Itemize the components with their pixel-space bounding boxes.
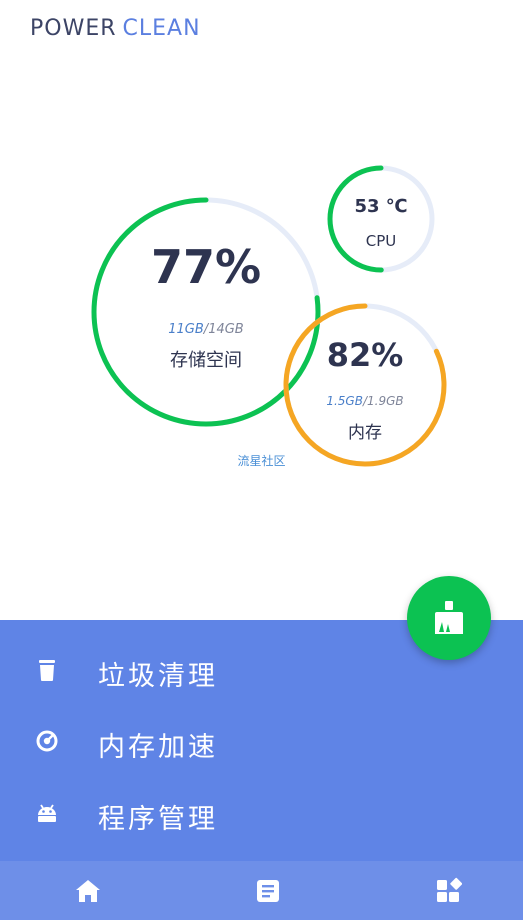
memory-used: 1.5GB [326, 394, 363, 408]
storage-used: 11GB [168, 322, 204, 337]
bottom-nav [0, 861, 523, 920]
cpu-gauge[interactable]: 53 ℃ CPU [324, 162, 438, 276]
app-title-power: POWER [30, 16, 117, 41]
cpu-temperature: 53 ℃ [354, 196, 408, 217]
memory-gauge-ring [283, 303, 447, 467]
storage-percent: 77% [150, 240, 262, 294]
memory-total: 1.9GB [367, 394, 404, 408]
nav-apps[interactable] [360, 861, 523, 920]
memory-label: 内存 [348, 423, 382, 443]
community-link[interactable]: 流星社区 [237, 454, 285, 468]
menu-item-memory-boost[interactable]: 内存加速 [0, 711, 523, 771]
menu-item-app-manager[interactable]: 程序管理 [0, 783, 523, 843]
menu-item-label: 程序管理 [98, 804, 218, 835]
menu-item-label: 内存加速 [98, 732, 218, 763]
broom-icon [435, 601, 463, 634]
apps-icon [437, 877, 462, 902]
cpu-gauge-ring [327, 165, 435, 273]
article-icon [257, 880, 279, 902]
gauge-icon [36, 730, 58, 752]
android-icon [38, 804, 56, 822]
memory-gauge[interactable]: 82% 1.5GB/1.9GB 内存 [280, 300, 450, 470]
community-link-row: 流星社区 [0, 452, 523, 469]
memory-capacity: 1.5GB/1.9GB [280, 394, 450, 408]
clean-fab-button[interactable] [407, 576, 491, 660]
nav-home[interactable] [0, 861, 174, 920]
memory-percent: 82% [326, 336, 404, 374]
storage-total: 14GB [208, 322, 244, 337]
menu-item-label: 垃圾清理 [98, 661, 218, 692]
app-title: POWER CLEAN [30, 16, 201, 41]
nav-articles[interactable] [180, 861, 354, 920]
trash-icon [39, 660, 55, 681]
cpu-label: CPU [365, 232, 397, 250]
home-icon [76, 880, 100, 902]
app-title-clean: CLEAN [122, 16, 201, 41]
